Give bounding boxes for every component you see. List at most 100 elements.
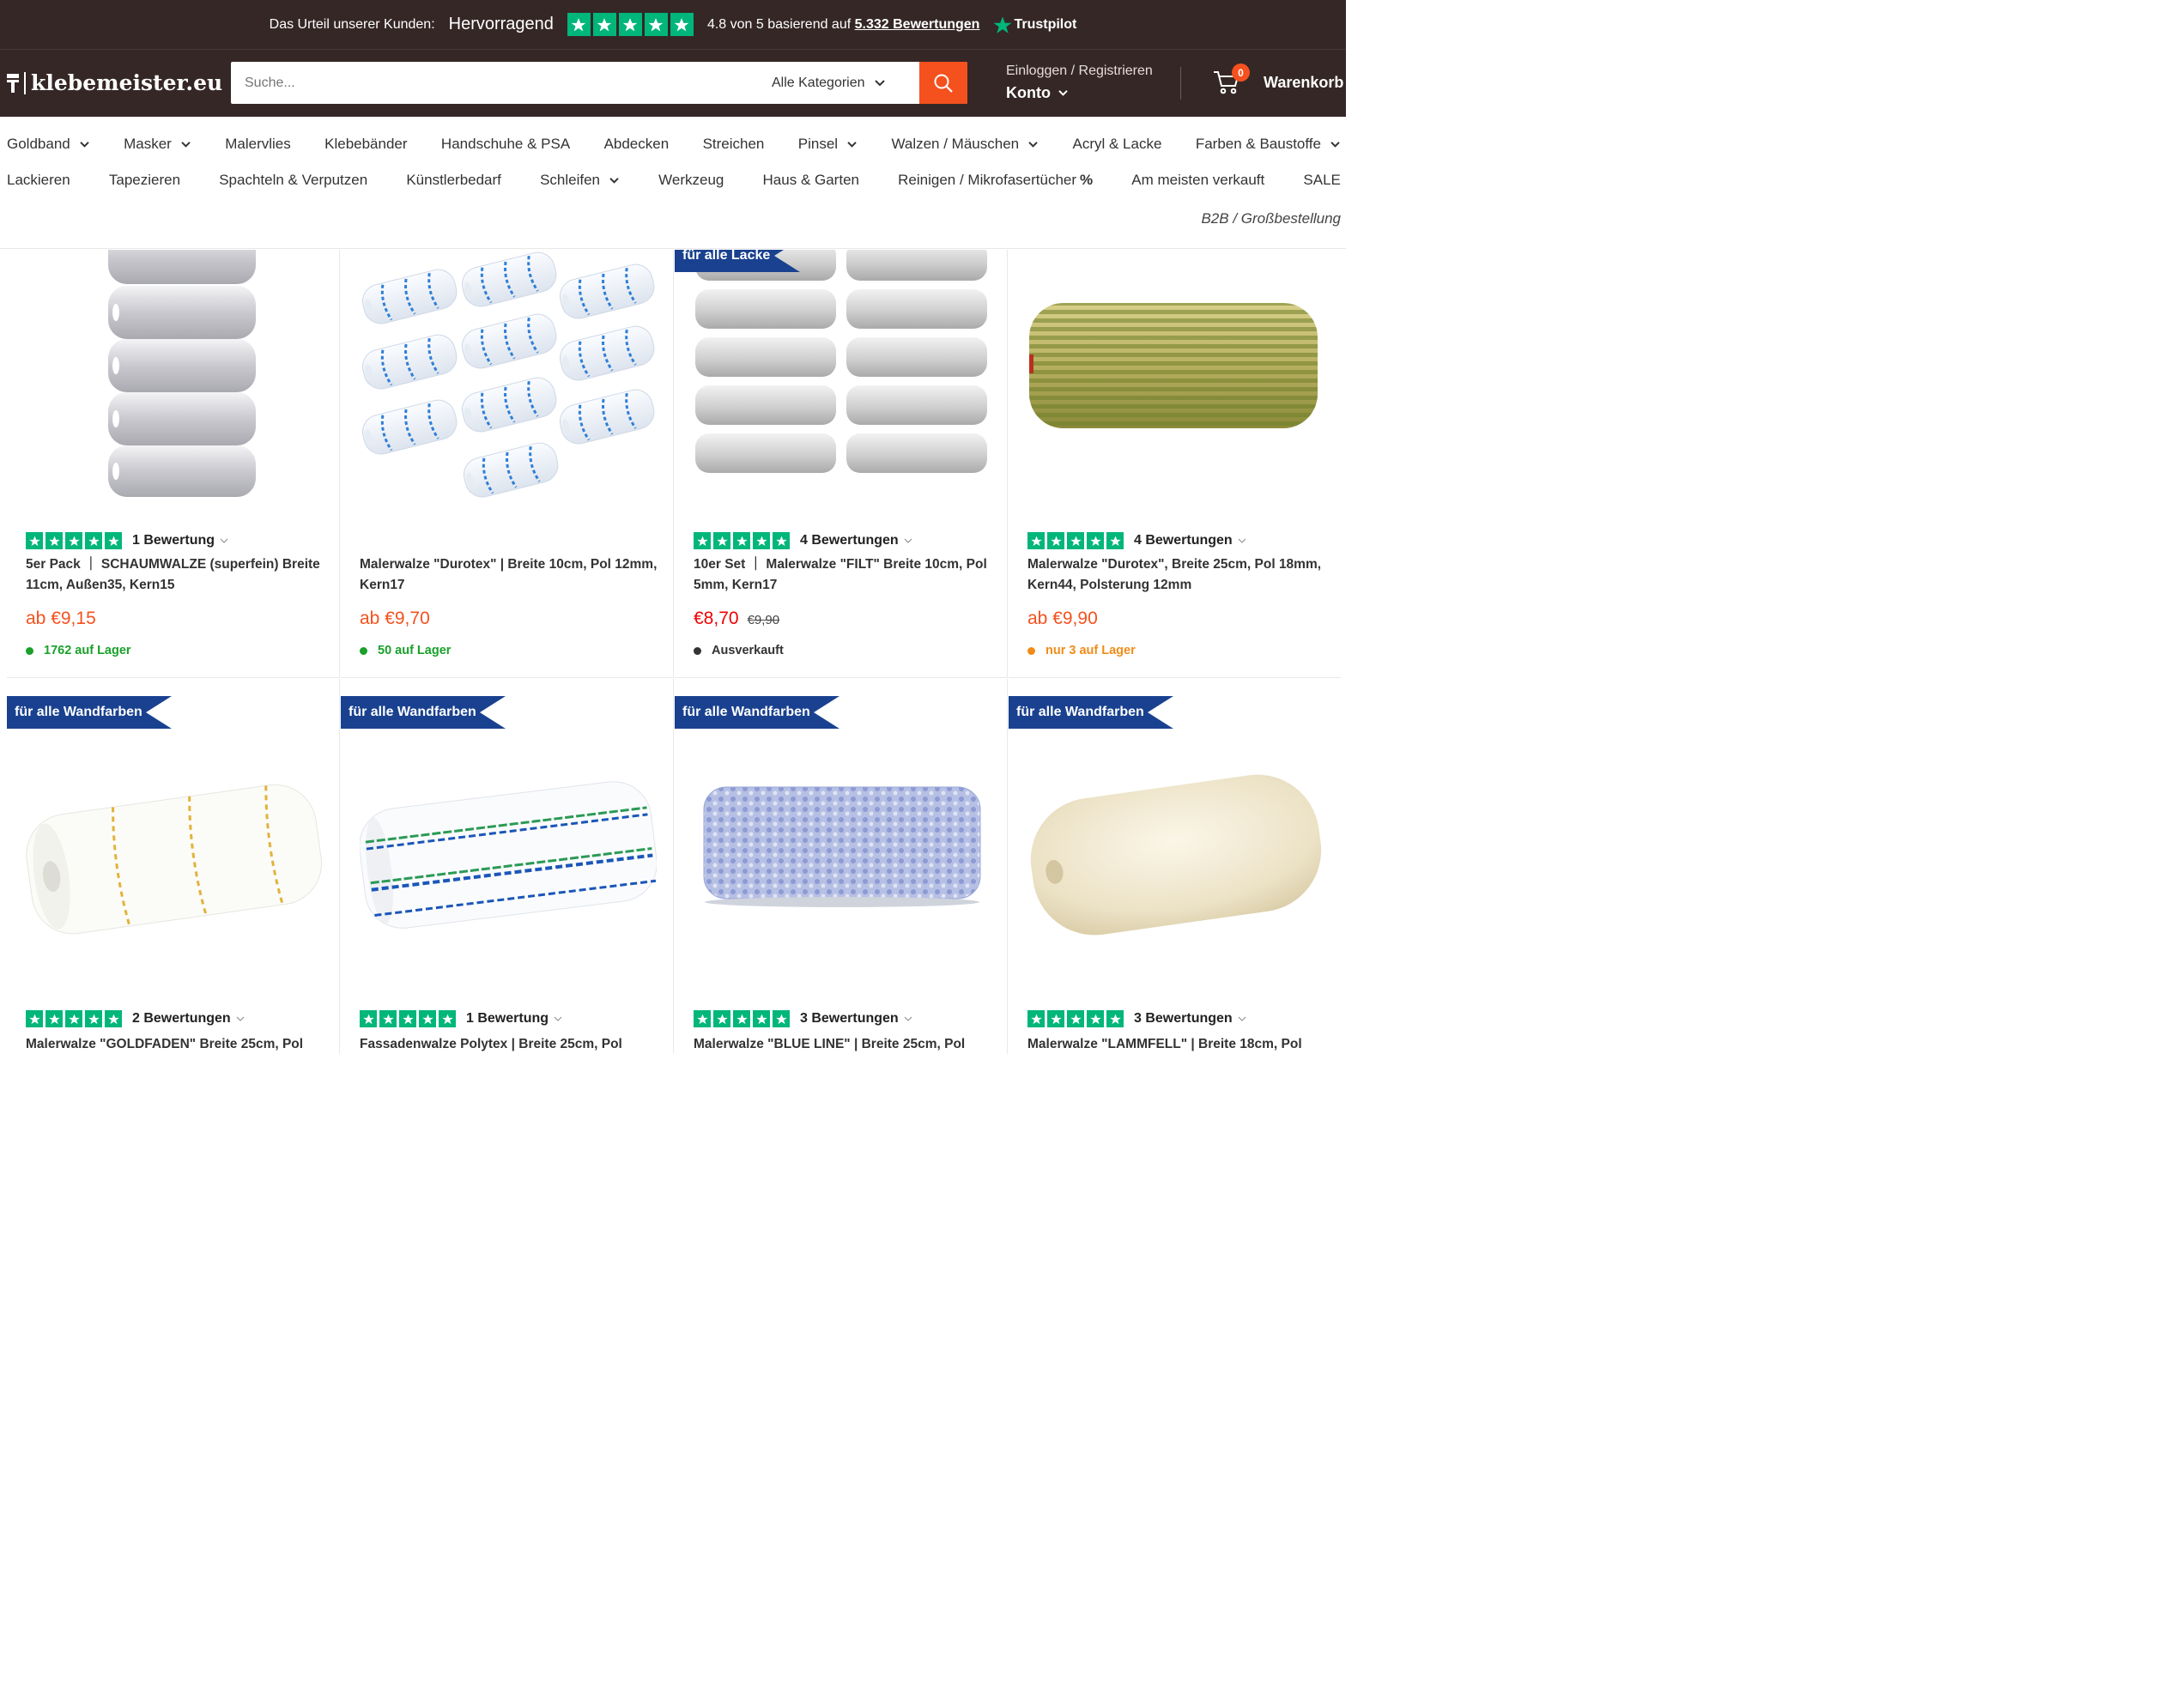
trustpilot-star-icon xyxy=(713,1010,730,1027)
nav-row-1: Goldband Masker Malervlies Klebebänder Hands… xyxy=(7,136,1341,153)
nav-item[interactable]: Malervlies xyxy=(225,136,291,153)
trust-lead: Das Urteil unserer Kunden: xyxy=(269,16,435,32)
product-image[interactable] xyxy=(694,744,991,963)
trustpilot-star-icon xyxy=(1027,532,1045,549)
product-title[interactable]: Malerwalze "GOLDFADEN" Breite 25cm, Pol xyxy=(26,1034,326,1054)
nav-item[interactable]: Pinsel xyxy=(798,136,858,153)
nav-item[interactable]: Am meisten verkauft xyxy=(1131,172,1264,189)
trustpilot-star-icon xyxy=(26,532,43,549)
product-title[interactable]: 10er Set ｜ Malerwalze "FILT" Breite 10cm… xyxy=(694,554,994,596)
product-rating[interactable]: 4 Bewertungen xyxy=(1027,532,1246,549)
product-rating[interactable]: 4 Bewertungen xyxy=(694,532,912,549)
nav-row-2: Lackieren Tapezieren Spachteln & Verputzen… xyxy=(7,172,1341,189)
product-card[interactable]: für alle Wandfarben 3 Bewertungen Malerw… xyxy=(675,679,1008,1054)
nav-item[interactable]: Tapezieren xyxy=(109,172,180,189)
product-card[interactable]: Malerwalze "Durotex" | Breite 10cm, Pol … xyxy=(341,250,674,678)
trustpilot-star-icon xyxy=(1087,1010,1104,1027)
product-card[interactable]: für alle Lacke 4 Bewertungen 10er Set ｜ … xyxy=(675,250,1008,678)
product-title[interactable]: Malerwalze "Durotex" | Breite 10cm, Pol … xyxy=(360,554,660,596)
logo-icon xyxy=(7,73,19,93)
nav-item[interactable]: Abdecken xyxy=(604,136,670,153)
product-title[interactable]: Malerwalze "BLUE LINE" | Breite 25cm, Po… xyxy=(694,1034,994,1054)
trust-stars xyxy=(567,13,694,36)
nav-item[interactable]: Goldband xyxy=(7,136,90,153)
old-price: €9,90 xyxy=(747,613,780,627)
chevron-down-icon xyxy=(1238,538,1246,543)
product-image[interactable] xyxy=(694,250,991,499)
site-logo[interactable]: klebemeister.eu xyxy=(7,70,222,95)
product-ribbon: für alle Wandfarben xyxy=(341,696,506,729)
reviews-link[interactable]: 5.332 Bewertungen xyxy=(855,17,980,32)
product-card[interactable]: 4 Bewertungen Malerwalze "Durotex", Brei… xyxy=(1009,250,1341,678)
trustpilot-star-icon xyxy=(105,532,122,549)
product-rating[interactable]: 2 Bewertungen xyxy=(26,1010,245,1027)
search-input[interactable] xyxy=(231,62,748,104)
nav-item[interactable]: Werkzeug xyxy=(658,172,724,189)
nav-item[interactable]: Streichen xyxy=(703,136,765,153)
product-title[interactable]: Malerwalze "Durotex", Breite 25cm, Pol 1… xyxy=(1027,554,1328,596)
product-image[interactable] xyxy=(360,250,657,499)
nav-b2b-link[interactable]: B2B / Großbestellung xyxy=(1201,210,1341,227)
trustpilot-star-icon xyxy=(105,1010,122,1027)
product-title[interactable]: Fassadenwalze Polytex | Breite 25cm, Pol xyxy=(360,1034,660,1054)
nav-item[interactable]: SALE xyxy=(1303,172,1340,189)
product-image[interactable] xyxy=(1027,756,1324,954)
nav-item[interactable]: Schleifen xyxy=(540,172,620,189)
nav-item[interactable]: Spachteln & Verputzen xyxy=(219,172,367,189)
nav-item[interactable]: Klebebänder xyxy=(324,136,407,153)
product-image[interactable] xyxy=(360,756,657,954)
product-title[interactable]: 5er Pack ｜ SCHAUMWALZE (superfein) Breit… xyxy=(26,554,326,596)
trustpilot-logo[interactable]: Trustpilot xyxy=(993,15,1076,34)
chevron-down-icon xyxy=(1238,1016,1246,1021)
chevron-down-icon xyxy=(236,1016,245,1021)
login-register-link[interactable]: Einloggen / Registrieren xyxy=(1006,64,1153,79)
product-grid: 1 Bewertung 5er Pack ｜ SCHAUMWALZE (supe… xyxy=(7,250,1341,1054)
chevron-down-icon xyxy=(554,1016,562,1021)
product-rating[interactable]: 3 Bewertungen xyxy=(694,1010,912,1027)
product-rating[interactable]: 1 Bewertung xyxy=(26,532,228,549)
trustpilot-star-icon xyxy=(1027,1010,1045,1027)
trustpilot-star-icon xyxy=(993,15,1012,33)
search-button[interactable] xyxy=(919,62,967,104)
cart-button[interactable]: 0 Warenkorb xyxy=(1212,64,1343,96)
trustpilot-star-icon xyxy=(713,532,730,549)
product-rating[interactable]: 3 Bewertungen xyxy=(1027,1010,1246,1027)
product-card[interactable]: 1 Bewertung 5er Pack ｜ SCHAUMWALZE (supe… xyxy=(7,250,340,678)
chevron-down-icon xyxy=(874,79,885,86)
nav-item[interactable]: Lackieren xyxy=(7,172,70,189)
trustpilot-star-icon xyxy=(419,1010,436,1027)
nav-item[interactable]: Acryl & Lacke xyxy=(1073,136,1162,153)
product-price: ab €9,90 xyxy=(1027,609,1098,628)
product-card[interactable]: für alle Wandfarben 1 Bewertung Fassaden… xyxy=(341,679,674,1054)
product-price: €8,70 €9,90 xyxy=(694,609,780,628)
trustpilot-star-icon xyxy=(1067,1010,1084,1027)
product-card[interactable]: für alle Wandfarben 3 Bewertungen Malerw… xyxy=(1009,679,1341,1054)
nav-item[interactable]: Masker xyxy=(124,136,191,153)
percent-icon: % xyxy=(1080,172,1094,188)
product-image[interactable] xyxy=(1027,250,1324,499)
product-rating[interactable]: 1 Bewertung xyxy=(360,1010,562,1027)
nav-item[interactable]: Walzen / Mäuschen xyxy=(891,136,1039,153)
trustpilot-star-icon xyxy=(85,1010,102,1027)
nav-item[interactable]: Künstlerbedarf xyxy=(406,172,501,189)
account-menu[interactable]: Einloggen / Registrieren Konto xyxy=(1006,64,1153,102)
trustpilot-star-icon xyxy=(399,1010,416,1027)
chevron-down-icon xyxy=(1058,90,1068,96)
trustpilot-star-icon xyxy=(85,532,102,549)
category-select[interactable]: Alle Kategorien xyxy=(748,62,919,104)
trustpilot-star-icon xyxy=(1106,1010,1124,1027)
nav-item[interactable]: Haus & Garten xyxy=(763,172,859,189)
product-title[interactable]: Malerwalze "LAMMFELL" | Breite 18cm, Pol xyxy=(1027,1034,1328,1054)
account-toggle[interactable]: Konto xyxy=(1006,84,1153,102)
trustpilot-star-icon xyxy=(379,1010,397,1027)
product-image[interactable] xyxy=(26,250,323,499)
search-form: Alle Kategorien xyxy=(231,62,967,104)
trustpilot-star-icon xyxy=(65,532,82,549)
product-card[interactable]: für alle Wandfarben 2 Bewertungen Malerw… xyxy=(7,679,340,1054)
product-image[interactable] xyxy=(26,756,323,954)
nav-item[interactable]: Farben & Baustoffe xyxy=(1196,136,1341,153)
trustpilot-star-icon xyxy=(592,13,616,36)
nav-item[interactable]: Reinigen / Mikrofasertücher% xyxy=(898,172,1093,189)
chevron-down-icon xyxy=(904,1016,912,1021)
nav-item[interactable]: Handschuhe & PSA xyxy=(441,136,570,153)
